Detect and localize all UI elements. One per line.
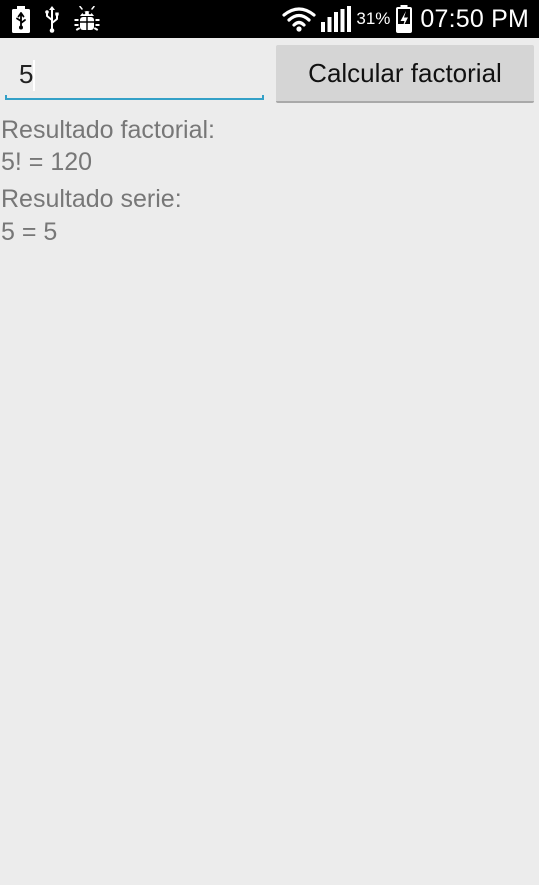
factorial-result-value: 5! = 120 [1, 148, 93, 176]
signal-icon [321, 6, 352, 32]
battery-charging-icon [396, 5, 413, 33]
series-result-label: Resultado serie: [1, 185, 182, 213]
factorial-result-label: Resultado factorial: [1, 116, 216, 144]
android-debug-icon [74, 5, 100, 31]
wifi-icon [282, 7, 316, 32]
usb-icon [45, 5, 59, 33]
status-bar: 31% 07:50 PM [0, 0, 539, 38]
calculate-factorial-button[interactable]: Calcular factorial [276, 45, 534, 103]
app-content: Calcular factorial Resultado factorial: … [0, 38, 539, 885]
battery-percent: 31% [356, 9, 391, 28]
number-input-underline [5, 95, 264, 100]
status-bar-system: 31% 07:50 PM [282, 4, 529, 34]
status-bar-notifications [12, 5, 100, 33]
battery-saver-icon [12, 5, 30, 33]
status-bar-clock: 07:50 PM [420, 4, 529, 33]
number-input[interactable] [5, 48, 264, 100]
series-result-value: 5 = 5 [1, 218, 58, 246]
text-cursor [33, 60, 35, 91]
